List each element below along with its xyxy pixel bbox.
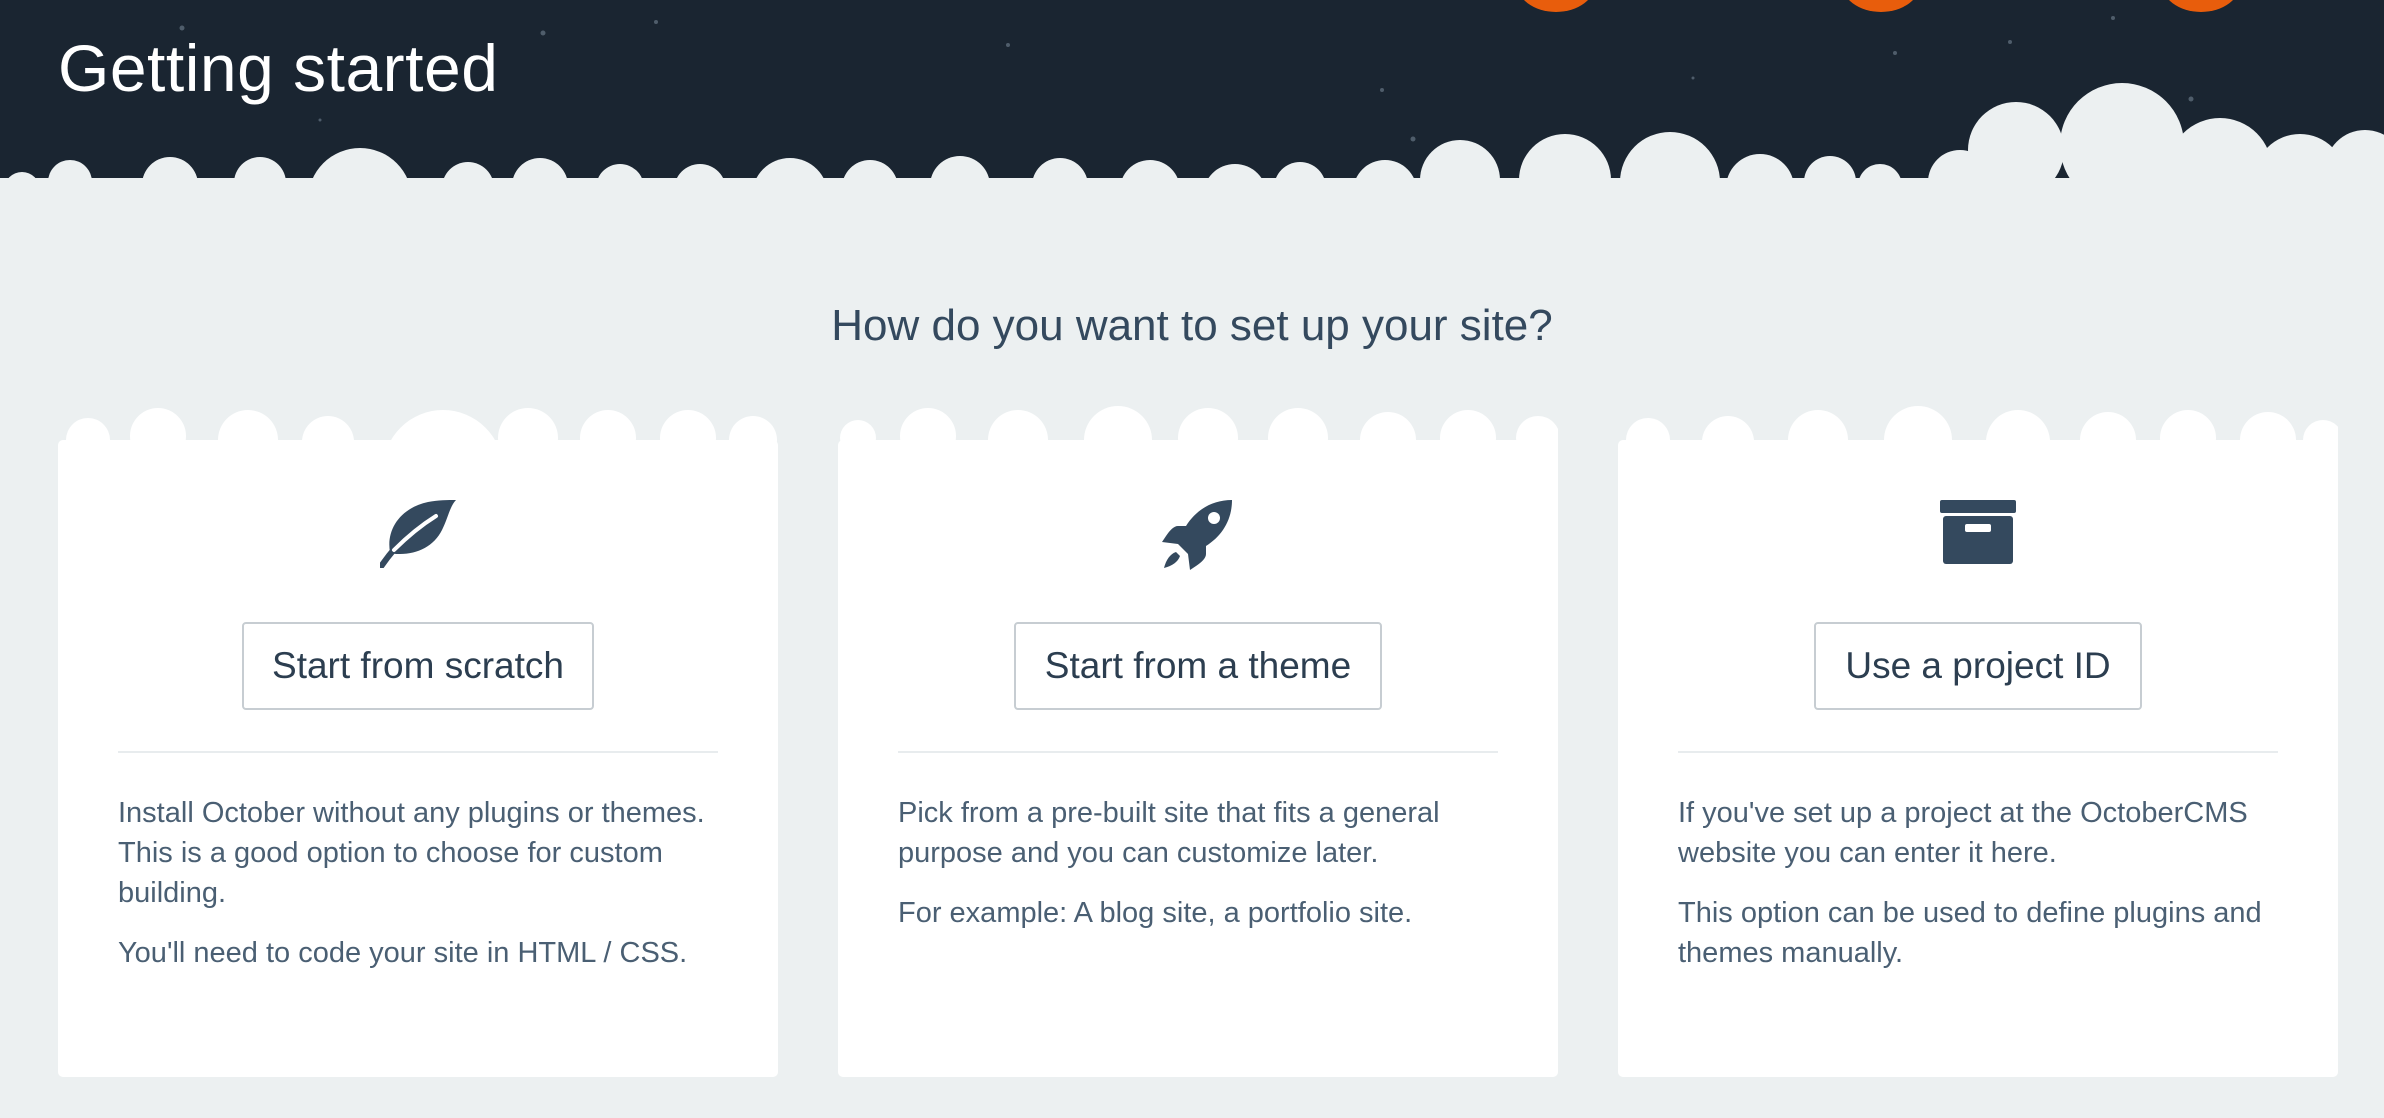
header-banner: Getting started: [0, 0, 2384, 240]
option-card-project-id: Use a project ID If you've set up a proj…: [1618, 400, 2338, 1077]
leaf-icon: [380, 500, 456, 568]
card-description: Install October without any plugins or t…: [118, 793, 718, 993]
card-divider: [1678, 751, 2278, 753]
card-description-note: For example: A blog site, a portfolio si…: [898, 897, 1413, 929]
start-from-scratch-button[interactable]: Start from scratch: [242, 622, 594, 710]
card-divider: [898, 751, 1498, 753]
card-description-text: If you've set up a project at the Octobe…: [1678, 797, 2248, 869]
use-project-id-button[interactable]: Use a project ID: [1814, 622, 2142, 710]
card-description: Pick from a pre-built site that fits a g…: [898, 793, 1498, 953]
card-divider: [118, 751, 718, 753]
card-description: If you've set up a project at the Octobe…: [1678, 793, 2278, 993]
option-card-theme: Start from a theme Pick from a pre-built…: [838, 400, 1558, 1077]
archive-box-icon: [1940, 500, 2016, 564]
card-description-note: You'll need to code your site in HTML / …: [118, 937, 688, 969]
setup-question-heading: How do you want to set up your site?: [831, 301, 1553, 350]
card-description-text: Pick from a pre-built site that fits a g…: [898, 797, 1440, 869]
card-description-note: This option can be used to define plugin…: [1678, 897, 2262, 969]
start-from-theme-button[interactable]: Start from a theme: [1014, 622, 1382, 710]
page-title: Getting started: [58, 31, 499, 105]
rocket-icon: [1162, 500, 1232, 570]
option-card-scratch: Start from scratch Install October witho…: [58, 400, 778, 1077]
card-description-text: Install October without any plugins or t…: [118, 797, 705, 909]
